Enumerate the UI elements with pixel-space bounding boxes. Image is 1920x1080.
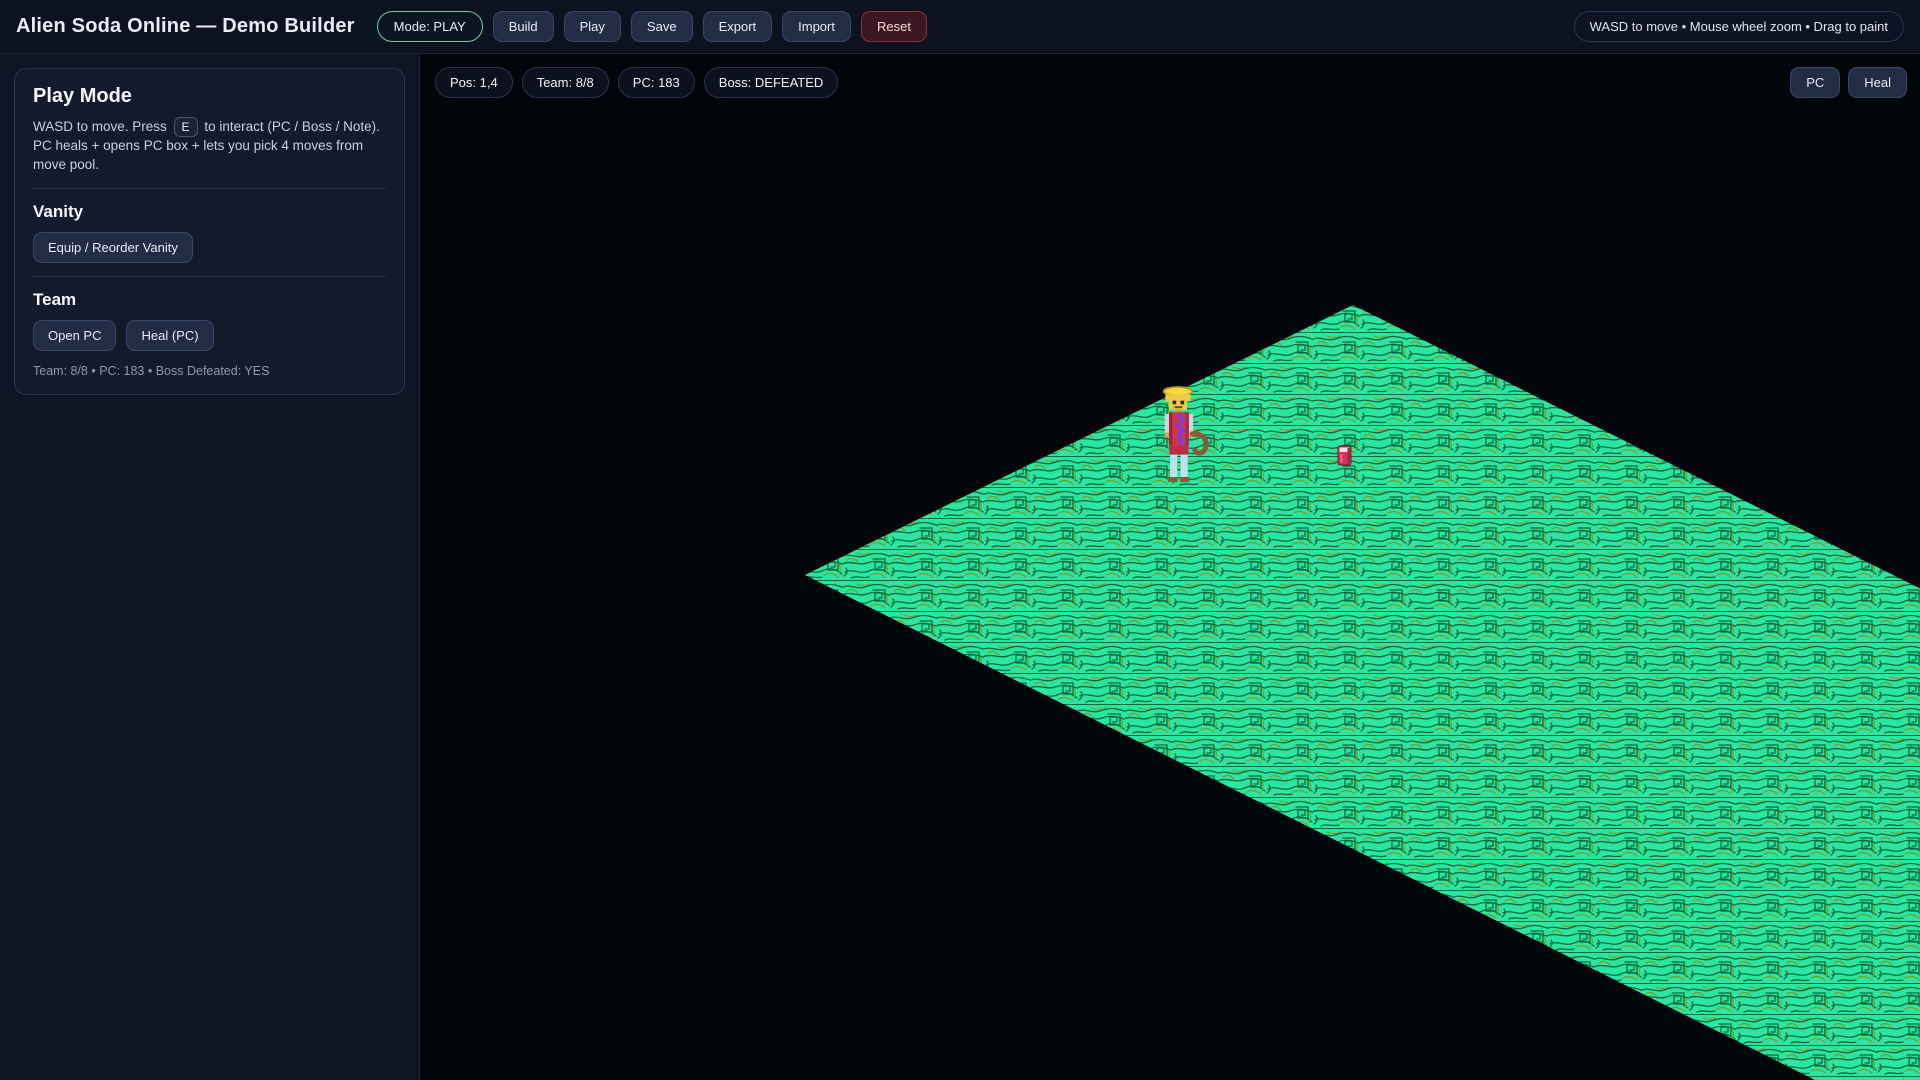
divider: [33, 276, 386, 277]
vanity-section-title: Vanity: [33, 202, 386, 222]
help-line1-post: to interact (PC / Boss / Note).: [204, 119, 380, 134]
open-pc-button[interactable]: Open PC: [33, 320, 116, 351]
hud-actions: PC Heal: [1790, 67, 1907, 98]
top-bar: Alien Soda Online — Demo Builder Mode: P…: [0, 0, 1920, 54]
controls-hint: WASD to move • Mouse wheel zoom • Drag t…: [1574, 11, 1904, 42]
boss-status-chip: Boss: DEFEATED: [704, 67, 839, 98]
isometric-map[interactable]: [420, 54, 1920, 1080]
play-button[interactable]: Play: [564, 11, 621, 42]
import-button[interactable]: Import: [782, 11, 851, 42]
help-text: WASD to move. Press E to interact (PC / …: [33, 117, 386, 175]
team-section-title: Team: [33, 290, 386, 310]
team-status-text: Team: 8/8 • PC: 183 • Boss Defeated: YES: [33, 364, 386, 378]
map-ground[interactable]: [805, 305, 1920, 1080]
save-button[interactable]: Save: [631, 11, 693, 42]
help-line1-pre: WASD to move. Press: [33, 119, 167, 134]
soda-can-item[interactable]: [1338, 446, 1351, 465]
equip-reorder-vanity-button[interactable]: Equip / Reorder Vanity: [33, 232, 193, 263]
heal-pc-button[interactable]: Heal (PC): [126, 320, 213, 351]
team-chip: Team: 8/8: [522, 67, 609, 98]
panel-title: Play Mode: [33, 85, 386, 108]
sidebar: Play Mode WASD to move. Press E to inter…: [0, 54, 420, 1080]
play-mode-panel: Play Mode WASD to move. Press E to inter…: [14, 68, 405, 395]
app-title: Alien Soda Online — Demo Builder: [16, 15, 355, 38]
build-button[interactable]: Build: [493, 11, 554, 42]
pc-count-chip: PC: 183: [618, 67, 695, 98]
reset-button[interactable]: Reset: [861, 11, 927, 42]
game-viewport[interactable]: Pos: 1,4 Team: 8/8 PC: 183 Boss: DEFEATE…: [420, 54, 1920, 1080]
hud-status-chips: Pos: 1,4 Team: 8/8 PC: 183 Boss: DEFEATE…: [435, 67, 838, 98]
hud-pc-button[interactable]: PC: [1790, 67, 1840, 98]
divider: [33, 188, 386, 189]
help-line2: PC heals + opens PC box + lets you pick …: [33, 138, 363, 172]
export-button[interactable]: Export: [703, 11, 773, 42]
hud-heal-button[interactable]: Heal: [1848, 67, 1907, 98]
mode-toggle-button[interactable]: Mode: PLAY: [377, 11, 483, 42]
position-chip: Pos: 1,4: [435, 67, 513, 98]
key-e-badge: E: [174, 117, 198, 137]
